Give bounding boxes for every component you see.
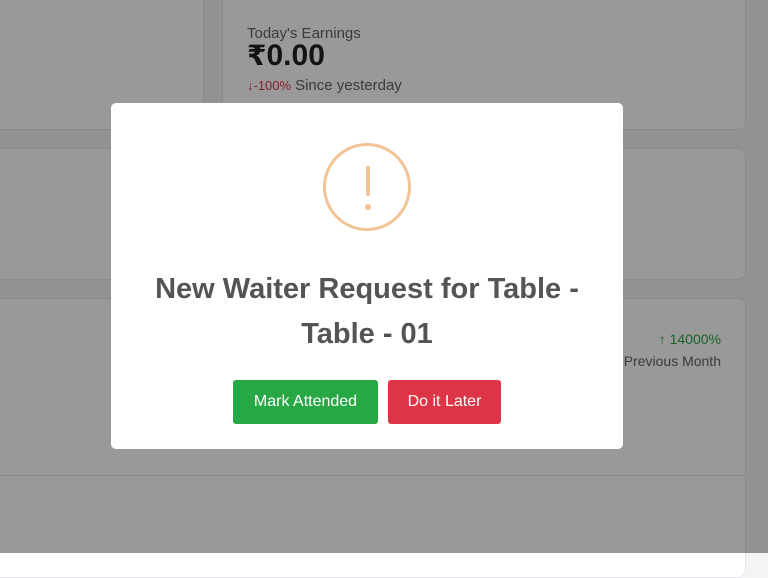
waiter-request-dialog: New Waiter Request for Table - Table - 0… [111, 103, 623, 449]
exclamation-icon [323, 143, 411, 231]
mark-attended-button[interactable]: Mark Attended [233, 380, 378, 424]
do-it-later-button[interactable]: Do it Later [388, 380, 501, 424]
dialog-title: New Waiter Request for Table - Table - 0… [155, 273, 579, 350]
